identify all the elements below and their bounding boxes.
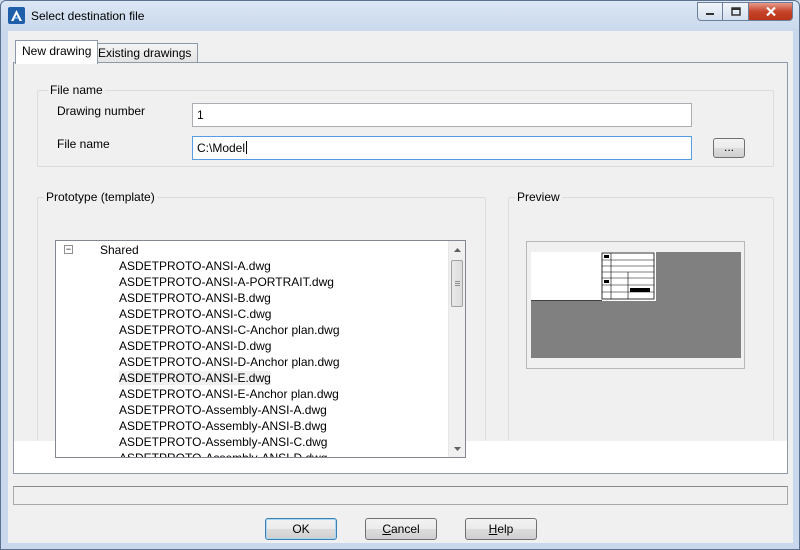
tree-item[interactable]: ASDETPROTO-ANSI-D.dwg: [119, 338, 271, 354]
tree-item[interactable]: ASDETPROTO-ANSI-C-Anchor plan.dwg: [119, 322, 340, 338]
window-title: Select destination file: [31, 9, 145, 23]
tree-item[interactable]: ASDETPROTO-ANSI-B.dwg: [119, 290, 271, 306]
tree-item[interactable]: ASDETPROTO-ANSI-A-PORTRAIT.dwg: [119, 274, 334, 290]
panel-content: File name Drawing number 1 File name C:\…: [14, 63, 787, 458]
help-label-rest: elp: [497, 522, 514, 536]
autodesk-app-icon[interactable]: [8, 7, 25, 24]
tree-item[interactable]: ASDETPROTO-ANSI-E-Anchor plan.dwg: [119, 386, 339, 402]
title-bar[interactable]: Select destination file: [1, 1, 799, 31]
maximize-icon: [730, 6, 741, 16]
title-block-thumbnail: [531, 252, 655, 301]
collapse-icon[interactable]: −: [64, 245, 73, 254]
arrow-down-icon: [454, 446, 461, 451]
dialog-window: Select destination file New drawing Exis…: [0, 0, 800, 550]
tree-folder-shared[interactable]: Shared: [100, 242, 139, 258]
minimize-icon: [706, 12, 714, 15]
caption-buttons: [697, 2, 793, 21]
tree-item-label: ASDETPROTO-ANSI-C-Anchor plan.dwg: [119, 323, 340, 337]
drawing-number-input[interactable]: 1: [192, 103, 692, 127]
drawing-sheet-thumbnail: [531, 252, 656, 301]
dialog-client-area: New drawing Existing drawings File name …: [8, 31, 793, 543]
close-button[interactable]: [749, 2, 793, 21]
tab-existing-drawings[interactable]: Existing drawings: [91, 43, 199, 63]
preview-canvas: [531, 252, 741, 358]
tree-item[interactable]: ASDETPROTO-ANSI-C.dwg: [119, 306, 271, 322]
browse-button[interactable]: ...: [713, 138, 745, 158]
thumb-grip: [455, 285, 460, 286]
file-name-group-label: File name: [48, 83, 105, 97]
tree-item-label: ASDETPROTO-ANSI-E-Anchor plan.dwg: [119, 387, 339, 401]
tree-item[interactable]: ASDETPROTO-Assembly-ANSI-C.dwg: [119, 434, 327, 450]
tree-item[interactable]: ASDETPROTO-ANSI-D-Anchor plan.dwg: [119, 354, 340, 370]
tab-new-drawing[interactable]: New drawing: [15, 40, 99, 64]
drawing-number-label: Drawing number: [57, 104, 146, 118]
scroll-thumb[interactable]: [451, 260, 463, 307]
tree-item-label: ASDETPROTO-ANSI-D.dwg: [119, 339, 272, 353]
tree-item-label: ASDETPROTO-ANSI-A-PORTRAIT.dwg: [119, 275, 334, 289]
tab-panel-new-drawing: File name Drawing number 1 File name C:\…: [13, 62, 788, 474]
tree-item-label: ASDETPROTO-ANSI-B.dwg: [119, 291, 271, 305]
status-bar: [13, 486, 788, 505]
tree-item-label: ASDETPROTO-ANSI-A.dwg: [119, 259, 271, 273]
tree-item[interactable]: ASDETPROTO-Assembly-ANSI-B.dwg: [119, 418, 327, 434]
cancel-mnemonic: C: [382, 522, 391, 536]
thumb-grip: [455, 281, 460, 282]
tree-item-label: ASDETPROTO-Assembly-ANSI-B.dwg: [119, 419, 327, 433]
tree-item-label: ASDETPROTO-ANSI-E.dwg: [119, 371, 271, 385]
tree-item-label: ASDETPROTO-ANSI-D-Anchor plan.dwg: [119, 355, 340, 369]
tree-item-label: ASDETPROTO-Assembly-ANSI-C.dwg: [119, 435, 328, 449]
tree-vertical-scrollbar[interactable]: [448, 241, 465, 457]
tree-item-label: ASDETPROTO-Assembly-ANSI-A.dwg: [119, 403, 327, 417]
tree-item[interactable]: ASDETPROTO-ANSI-A.dwg: [119, 258, 271, 274]
preview-frame: [526, 241, 745, 369]
tree-item-label: ASDETPROTO-ANSI-C.dwg: [119, 307, 272, 321]
tree-item[interactable]: ASDETPROTO-Assembly-ANSI-D.dwg: [119, 450, 327, 457]
help-button[interactable]: Help: [465, 518, 537, 540]
cancel-button[interactable]: Cancel: [365, 518, 437, 540]
tree-content: − Shared ASDETPROTO-ANSI-A.dwg ASDETPROTO…: [56, 241, 449, 457]
preview-group-label: Preview: [515, 190, 562, 204]
cancel-label-rest: ancel: [390, 522, 420, 536]
file-name-input[interactable]: C:\Model: [192, 136, 692, 160]
prototype-group-label: Prototype (template): [44, 190, 157, 204]
scroll-down-button[interactable]: [449, 440, 465, 457]
tree-folder-label: Shared: [100, 243, 139, 257]
tree-item-label: ASDETPROTO-Assembly-ANSI-D.dwg: [119, 451, 327, 457]
scroll-up-button[interactable]: [449, 241, 465, 258]
arrow-up-icon: [454, 247, 461, 252]
file-name-value: C:\Model: [197, 141, 246, 155]
tree-item[interactable]: ASDETPROTO-ANSI-E.dwg: [119, 370, 271, 386]
minimize-button[interactable]: [697, 2, 723, 21]
thumb-grip: [455, 283, 460, 284]
text-caret: [246, 141, 248, 154]
file-name-label: File name: [57, 137, 110, 151]
tree-item[interactable]: ASDETPROTO-Assembly-ANSI-A.dwg: [119, 402, 327, 418]
close-icon: [765, 6, 776, 17]
prototype-tree[interactable]: − Shared ASDETPROTO-ANSI-A.dwg ASDETPROTO…: [55, 240, 466, 458]
maximize-button[interactable]: [723, 2, 749, 21]
ok-button[interactable]: OK: [265, 518, 337, 540]
